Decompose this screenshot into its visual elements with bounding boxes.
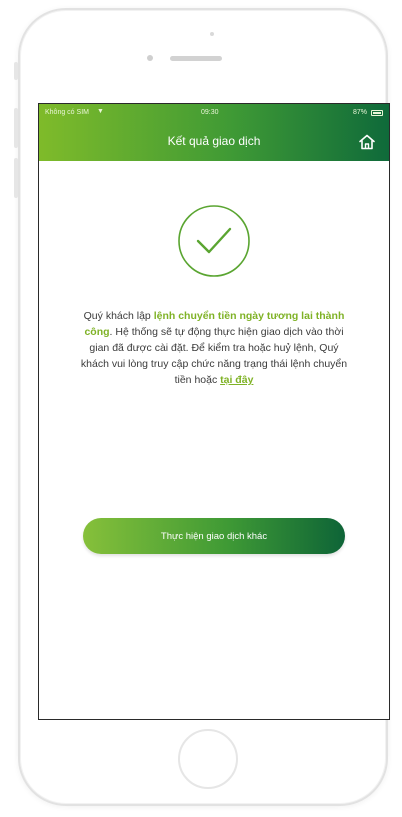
status-bar: Không có SIM ▼ 09:30 87% xyxy=(39,104,389,124)
volume-down-button xyxy=(14,158,18,198)
battery-icon xyxy=(371,110,383,116)
wifi-icon: ▼ xyxy=(97,108,104,115)
message-text-1: Quý khách lập xyxy=(83,310,154,322)
home-icon[interactable] xyxy=(357,132,377,152)
earpiece-speaker xyxy=(170,56,222,61)
screen: Không có SIM ▼ 09:30 87% Kết quả giao dị… xyxy=(38,103,390,720)
volume-up-button xyxy=(14,108,18,148)
new-transaction-button[interactable]: Thực hiện giao dịch khác xyxy=(83,518,345,554)
proximity-sensor xyxy=(147,55,153,61)
check-circle-icon xyxy=(178,205,250,277)
clock: 09:30 xyxy=(201,109,219,116)
header-bar: Kết quả giao dịch xyxy=(39,124,389,161)
battery-percent: 87% xyxy=(352,109,367,116)
phone-home-button xyxy=(178,729,238,789)
page-title: Kết quả giao dịch xyxy=(167,134,261,148)
front-camera xyxy=(210,32,214,36)
message-text-2: . Hệ thống sẽ tự động thực hiện giao dịc… xyxy=(80,326,348,386)
result-message: Quý khách lập lệnh chuyển tiền ngày tươn… xyxy=(79,308,349,388)
carrier-label: Không có SIM xyxy=(45,109,89,116)
here-link[interactable]: tại đây xyxy=(220,374,253,386)
mute-switch xyxy=(14,62,18,80)
